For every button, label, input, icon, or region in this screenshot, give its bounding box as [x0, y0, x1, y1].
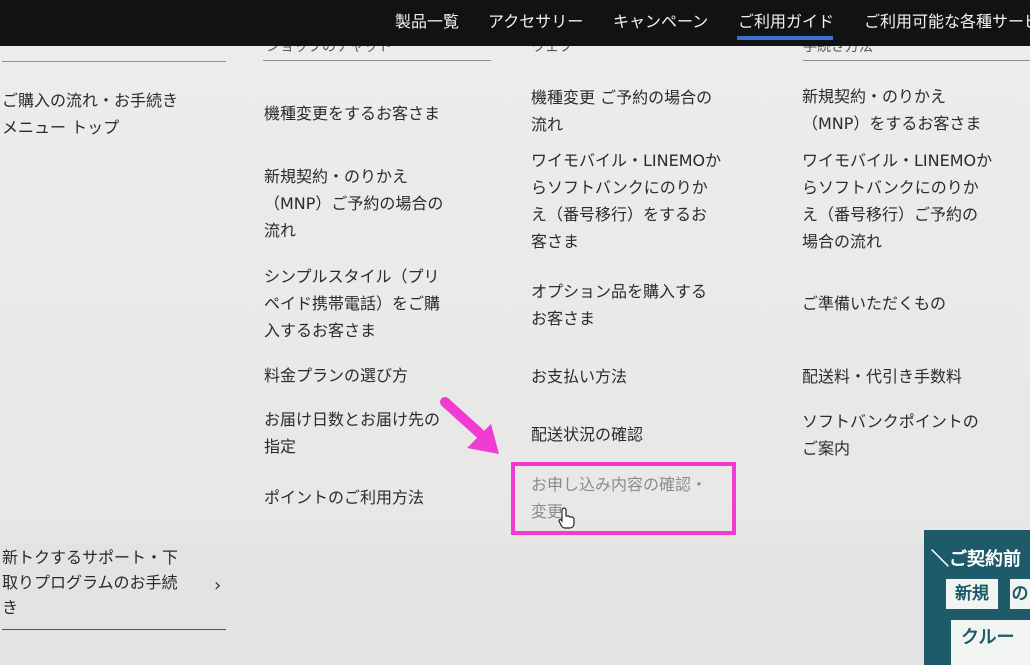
banner-title: ＼ご契約前: [931, 549, 1021, 570]
menu-link-option-purchase[interactable]: オプション品を購入する お客さま: [531, 278, 771, 332]
menu-link-model-change-reservation[interactable]: 機種変更 ご予約の場合の 流れ: [531, 84, 771, 138]
menu-link-plan-selection[interactable]: 料金プランの選び方: [264, 362, 504, 389]
hand-pointer-icon: [558, 507, 575, 529]
column-header-procedure: 手続き方法: [803, 46, 873, 55]
nav-item-campaigns[interactable]: キャンペーン: [613, 0, 708, 40]
menu-link-new-contract-mnp[interactable]: 新規契約・のりかえ （MNP）をするお客さま: [802, 83, 1030, 137]
column-divider: [2, 61, 226, 62]
menu-link-simple-style[interactable]: シンプルスタイル（プリ ペイド携帯電話）をご購 入するお客さま: [264, 263, 504, 344]
menu-link-ymobile-linemo-switch-reservation[interactable]: ワイモバイル・LINEMOか らソフトバンクにのりか え（番号移行）ご予約の 場…: [802, 147, 1030, 255]
menu-link-trade-in-support[interactable]: 新トクするサポート・下 取りプログラムのお手続 き: [2, 545, 202, 620]
menu-link-preparation-items[interactable]: ご準備いただくもの: [802, 290, 1030, 317]
menu-link-new-contract-mnp-reservation[interactable]: 新規契約・のりかえ （MNP）ご予約の場合の 流れ: [264, 163, 504, 244]
menu-link-payment-method[interactable]: お支払い方法: [531, 363, 771, 390]
chevron-right-icon[interactable]: ›: [214, 575, 221, 596]
menu-link-delivery-status[interactable]: 配送状況の確認: [531, 421, 771, 448]
nav-item-products[interactable]: 製品一覧: [395, 0, 459, 40]
nav-item-accessories[interactable]: アクセサリー: [488, 0, 583, 40]
column-divider: [263, 60, 491, 61]
column-header-web: ウェブ: [531, 46, 573, 55]
nav-item-services[interactable]: ご利用可能な各種サービス: [864, 0, 1030, 40]
menu-link-ymobile-linemo-switch[interactable]: ワイモバイル・LINEMOか らソフトバンクにのりか え（番号移行）をするお 客…: [531, 147, 771, 255]
nav-active-indicator: [737, 36, 833, 40]
nav-item-usage-guide[interactable]: ご利用ガイド: [738, 0, 834, 40]
column-header-shop: ショップのチャット: [266, 46, 392, 55]
menu-link-purchase-flow-top[interactable]: ご購入の流れ・お手続き メニュー トップ: [2, 87, 232, 141]
banner-crew-button[interactable]: クルー: [951, 620, 1030, 665]
menu-link-point-usage[interactable]: ポイントのご利用方法: [264, 484, 504, 511]
bottom-divider: [2, 629, 226, 630]
highlight-frame: [511, 462, 736, 535]
column-divider: [803, 60, 1030, 61]
menu-link-model-change[interactable]: 機種変更をするお客さま: [264, 100, 504, 127]
menu-link-shipping-fees[interactable]: 配送料・代引き手数料: [802, 363, 1030, 390]
banner-pill-new[interactable]: 新規: [946, 579, 998, 609]
banner-pill-mnp[interactable]: の: [1010, 579, 1030, 609]
menu-link-softbank-points[interactable]: ソフトバンクポイントの ご案内: [802, 408, 1030, 462]
pink-arrow-icon: [440, 397, 499, 454]
